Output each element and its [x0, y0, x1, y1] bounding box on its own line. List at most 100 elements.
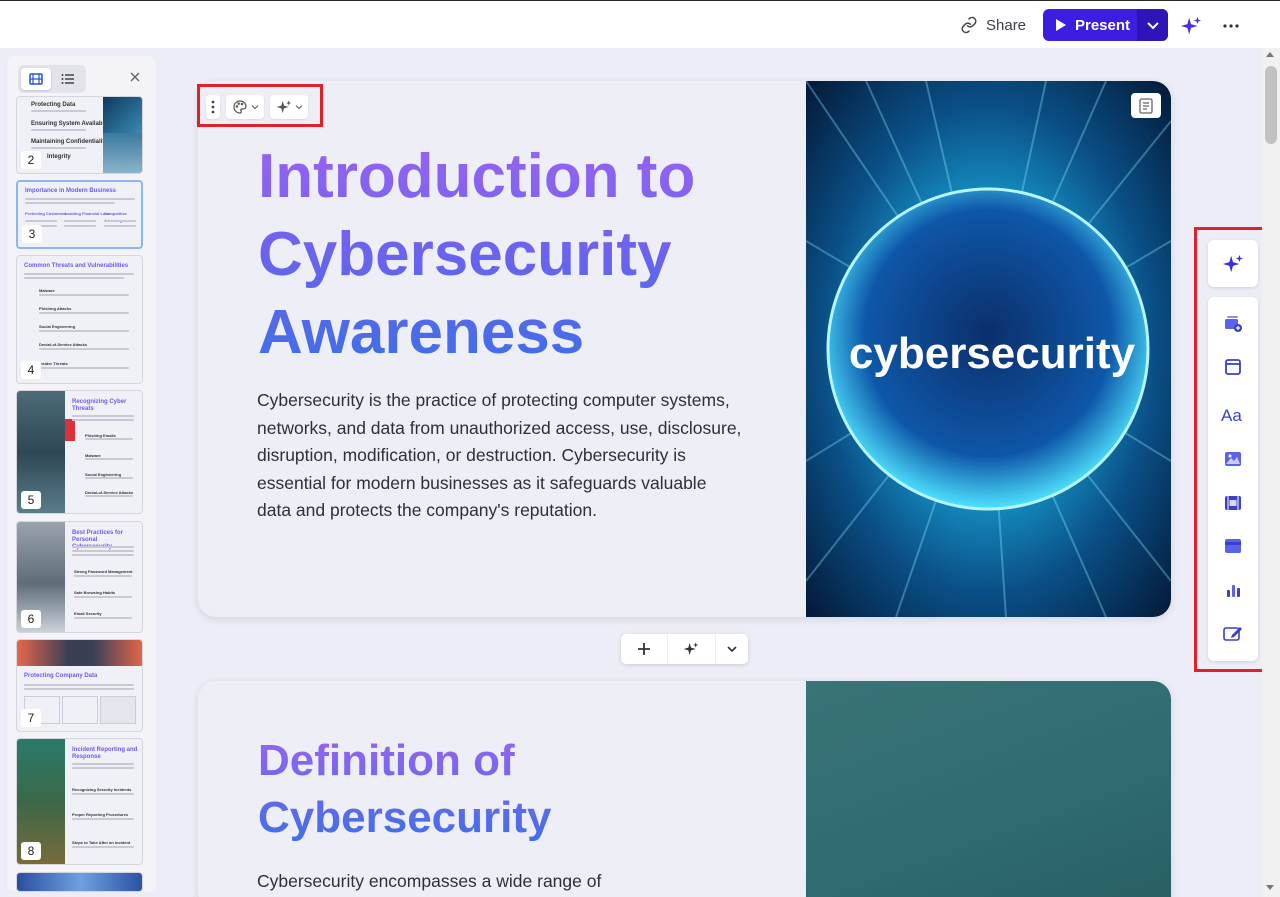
thumb-item: Integrity — [47, 154, 71, 160]
edit-tool[interactable] — [1208, 613, 1258, 653]
layout-tool[interactable] — [1208, 347, 1258, 387]
insert-toolbar: Aa — [1194, 227, 1268, 672]
text-styles-tool[interactable]: Aa — [1208, 395, 1258, 435]
slide-thumbnail-7[interactable]: Protecting Company Data 7 — [16, 639, 143, 732]
thumb-item: Steps to Take After an Incident — [72, 840, 131, 845]
image-tool[interactable] — [1208, 439, 1258, 479]
slide-panel: Protecting Data Ensuring System Availabi… — [7, 56, 156, 892]
present-dropdown-button[interactable] — [1137, 9, 1168, 41]
more-vertical-icon — [211, 100, 215, 114]
play-icon — [1056, 19, 1066, 31]
chart-tool[interactable] — [1208, 570, 1258, 610]
thumb-image — [103, 97, 142, 133]
slide-thumbnail-3[interactable]: Importance in Modern Business Protecting… — [16, 180, 143, 249]
present-button[interactable]: Present — [1043, 9, 1168, 41]
thumb-title: Protecting Company Data — [24, 673, 98, 679]
sparkle-icon — [1180, 16, 1202, 35]
slide-number: 8 — [21, 842, 41, 860]
thumb-item: Recognizing Security Incidents — [72, 787, 132, 792]
slide-number: 4 — [21, 361, 41, 379]
thumb-item: Strong Password Management — [74, 569, 133, 574]
embed-icon — [1225, 539, 1241, 553]
video-icon — [1225, 496, 1241, 510]
card-menu-button[interactable] — [206, 95, 220, 119]
sparkle-icon — [684, 642, 699, 655]
card-toolbar — [197, 84, 323, 127]
ai-edit-button[interactable] — [1208, 240, 1258, 287]
hero-image-caption: cybersecurity — [849, 329, 1136, 378]
link-icon — [961, 16, 977, 34]
present-main[interactable]: Present — [1043, 9, 1137, 41]
page-scrollbar[interactable] — [1262, 48, 1280, 897]
scroll-up-arrow[interactable] — [1266, 52, 1274, 57]
share-button[interactable]: Share — [952, 11, 1034, 39]
slide-thumbnail-8[interactable]: Incident Reporting and Response Recogniz… — [16, 738, 143, 865]
svg-text:Aa: Aa — [1221, 406, 1242, 424]
list-icon — [61, 74, 74, 84]
card-style-button[interactable] — [226, 95, 264, 119]
slide-body-text[interactable]: Cybersecurity is the practice of protect… — [257, 387, 742, 525]
scroll-down-arrow[interactable] — [1266, 885, 1274, 890]
close-panel-button[interactable] — [129, 70, 143, 84]
speaker-notes-button[interactable] — [1131, 93, 1161, 118]
add-ai-card-button[interactable] — [668, 634, 716, 664]
slide-2-heading[interactable]: Definition of Cybersecurity — [258, 732, 778, 846]
slide-number: 3 — [22, 225, 42, 243]
plus-icon — [638, 643, 651, 655]
outline-view-button[interactable] — [53, 68, 83, 90]
present-label: Present — [1075, 16, 1131, 34]
slide-thumbnail-4[interactable]: Common Threats and Vulnerabilities Malwa… — [16, 255, 143, 384]
card-ai-button[interactable] — [270, 95, 308, 119]
thumb-image — [17, 640, 142, 666]
more-horizontal-icon — [1223, 24, 1239, 28]
edit-icon — [1223, 627, 1242, 641]
add-card-options-button[interactable] — [716, 634, 748, 664]
thumb-image — [103, 133, 142, 173]
slide-heading[interactable]: Introduction to Cybersecurity Awareness — [258, 138, 778, 372]
ai-assistant-button[interactable] — [1180, 15, 1202, 37]
filmstrip-icon — [29, 73, 43, 85]
thumb-title: Importance in Modern Business — [25, 188, 117, 194]
insert-tools-list: Aa — [1208, 297, 1258, 661]
image-icon — [1225, 452, 1241, 466]
filmstrip-view-button[interactable] — [21, 68, 51, 90]
chevron-down-icon — [251, 105, 258, 110]
top-bar: Share Present — [0, 0, 1280, 48]
thumb-title: Recognizing Cyber Threats — [72, 399, 127, 412]
thumb-item: Insider Threats — [39, 361, 68, 366]
chevron-down-icon — [1146, 22, 1159, 30]
hero-image[interactable]: cybersecurity — [806, 81, 1171, 617]
layout-icon — [1225, 359, 1241, 375]
thumb-image — [17, 873, 142, 891]
add-card-button[interactable] — [621, 634, 669, 664]
sparkle-icon — [1222, 254, 1244, 272]
embed-tool[interactable] — [1208, 526, 1258, 566]
slide-2-body-text[interactable]: Cybersecurity encompasses a wide range o… — [257, 868, 742, 895]
slide-number: 6 — [21, 610, 41, 628]
text-icon: Aa — [1221, 406, 1242, 424]
add-card-tool[interactable] — [1208, 303, 1258, 343]
add-card-bar — [621, 634, 748, 664]
more-options-button[interactable] — [1220, 15, 1242, 37]
view-toggle — [18, 65, 86, 93]
palette-icon — [232, 100, 247, 114]
thumb-table — [100, 696, 136, 724]
thumb-title: Common Threats and Vulnerabilities — [24, 263, 129, 269]
page-scrollbar-thumb[interactable] — [1265, 66, 1277, 144]
video-tool[interactable] — [1208, 483, 1258, 523]
thumb-item: Proper Reporting Procedures — [72, 812, 129, 817]
slide-thumbnail-5[interactable]: Recognizing Cyber Threats Phishing Email… — [16, 390, 143, 514]
slide-thumbnail-2[interactable]: Protecting Data Ensuring System Availabi… — [16, 96, 143, 174]
thumb-item: Phishing Attacks — [39, 306, 72, 311]
chevron-down-icon — [727, 646, 737, 653]
slide-2-image[interactable] — [806, 681, 1171, 897]
thumb-table — [62, 696, 98, 724]
thumb-item: Ensuring System Availability — [31, 121, 113, 127]
chart-icon — [1227, 585, 1240, 597]
close-icon — [130, 72, 140, 82]
thumb-item: Email Security — [74, 611, 102, 616]
slide-thumbnail-6[interactable]: Best Practices for Personal Cybersecurit… — [16, 521, 143, 633]
share-label: Share — [986, 16, 1027, 34]
slide-thumbnail-9[interactable] — [16, 872, 143, 892]
thumb-item: Social Engineering — [39, 324, 76, 329]
